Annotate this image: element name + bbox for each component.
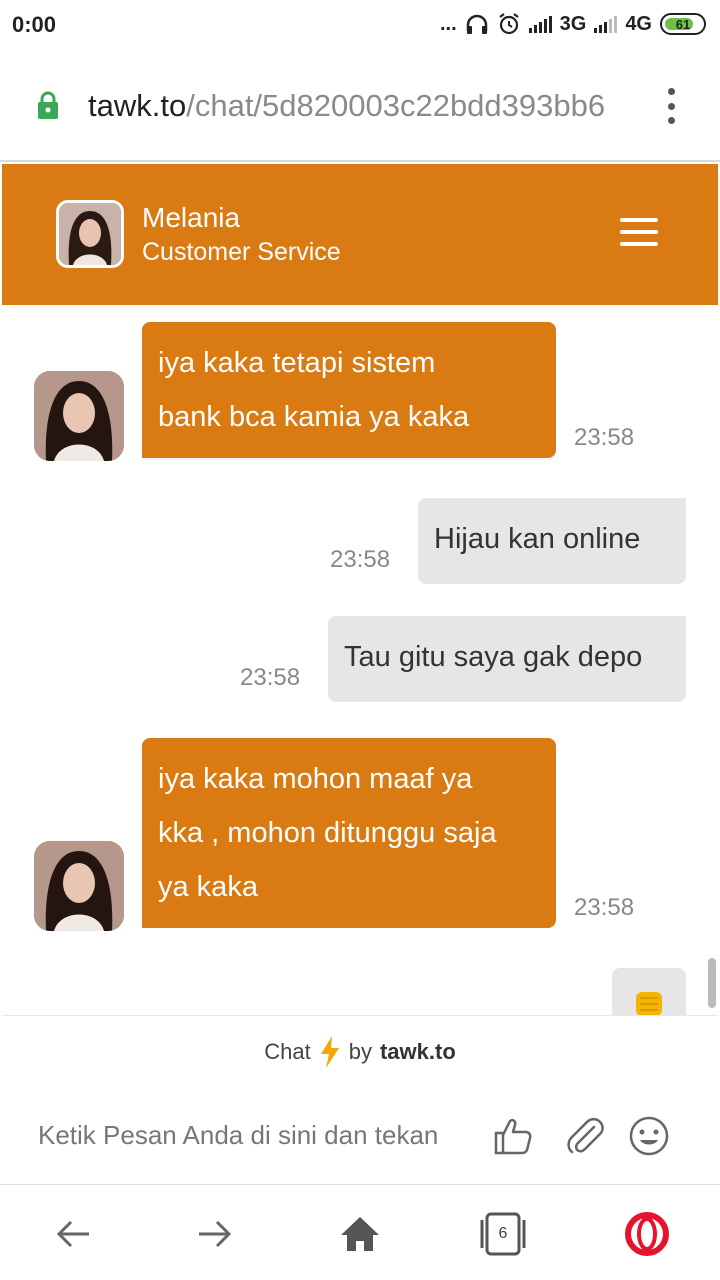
url-path: /chat/5d820003c22bdd393bb6 bbox=[186, 88, 606, 123]
url-text[interactable]: tawk.to/chat/5d820003c22bdd393bb6 bbox=[88, 88, 633, 124]
tabs-button[interactable]: 6 bbox=[480, 1211, 526, 1257]
user-message-bubble: Hijau kan online bbox=[418, 498, 686, 584]
message-time: 23:58 bbox=[574, 894, 635, 921]
home-button[interactable] bbox=[337, 1211, 383, 1257]
home-icon bbox=[341, 1217, 379, 1251]
emoji-smiley-icon[interactable] bbox=[628, 1115, 670, 1157]
thumbs-up-emoji-icon bbox=[636, 992, 662, 1015]
tab-count: 6 bbox=[498, 1225, 508, 1242]
message-line: bank bca kamia ya kaka bbox=[158, 401, 470, 433]
user-message-bubble: Tau gitu saya gak depo bbox=[328, 616, 686, 702]
lightning-icon bbox=[320, 1035, 339, 1068]
agent-role: Customer Service bbox=[142, 238, 341, 266]
more-dots: ... bbox=[439, 12, 457, 35]
message-composer bbox=[2, 1087, 718, 1182]
message-text: Hijau kan online bbox=[434, 523, 641, 555]
alarm-icon bbox=[498, 13, 519, 35]
network-4g: 4G bbox=[625, 12, 652, 35]
lock-icon bbox=[38, 91, 58, 119]
message-time: 23:58 bbox=[240, 664, 301, 691]
message-time: 23:58 bbox=[574, 424, 635, 451]
browser-url-bar[interactable]: tawk.to/chat/5d820003c22bdd393bb6 bbox=[0, 52, 720, 162]
forward-button[interactable] bbox=[192, 1211, 238, 1257]
powered-by: by bbox=[348, 1038, 372, 1064]
status-bar: 0:00 ... 3G 4G 61 bbox=[0, 0, 720, 52]
status-icons: ... 3G 4G 61 bbox=[440, 12, 706, 36]
message-line: kka , mohon ditunggu saja bbox=[158, 817, 497, 849]
signal-icon-2 bbox=[594, 15, 618, 33]
chat-header: Melania Customer Service bbox=[2, 164, 718, 305]
powered-brand: tawk.to bbox=[379, 1038, 456, 1064]
user-message-bubble-partial bbox=[612, 968, 686, 1015]
agent-message-bubble: iya kaka mohon maaf ya kka , mohon ditun… bbox=[142, 738, 556, 928]
arrow-left-icon bbox=[56, 1220, 89, 1248]
hamburger-menu-icon[interactable] bbox=[620, 218, 658, 246]
network-3g: 3G bbox=[559, 12, 587, 35]
agent-message-avatar bbox=[34, 841, 124, 931]
powered-by-footer[interactable]: Chat by tawk.to bbox=[2, 1015, 718, 1087]
opera-menu-button[interactable] bbox=[624, 1211, 670, 1257]
paperclip-icon[interactable] bbox=[564, 1115, 606, 1157]
message-line: ya kaka bbox=[158, 871, 258, 903]
back-button[interactable] bbox=[50, 1211, 96, 1257]
thumbs-up-icon[interactable] bbox=[492, 1115, 534, 1157]
scrollbar[interactable] bbox=[708, 958, 716, 1008]
browser-bottom-nav: 6 bbox=[0, 1184, 720, 1280]
headphones-icon bbox=[466, 14, 487, 34]
message-line: iya kaka mohon maaf ya bbox=[158, 763, 473, 795]
agent-message-avatar bbox=[34, 371, 124, 461]
agent-avatar bbox=[56, 200, 124, 268]
arrow-right-icon bbox=[199, 1220, 232, 1248]
powered-prefix: Chat bbox=[264, 1038, 311, 1064]
browser-menu-button[interactable] bbox=[664, 88, 678, 124]
battery-icon: 61 bbox=[660, 13, 706, 35]
agent-name: Melania bbox=[142, 202, 241, 233]
message-input[interactable] bbox=[38, 1115, 478, 1155]
message-list[interactable]: iya kaka tetapi sistem bank bca kamia ya… bbox=[2, 305, 718, 1015]
agent-message-bubble: iya kaka tetapi sistem bank bca kamia ya… bbox=[142, 322, 556, 458]
message-time: 23:58 bbox=[330, 546, 391, 573]
status-time: 0:00 bbox=[12, 12, 57, 37]
message-line: iya kaka tetapi sistem bbox=[158, 347, 436, 379]
chat-widget: Melania Customer Service iya kaka tetapi… bbox=[2, 164, 718, 1182]
signal-icon bbox=[528, 15, 552, 33]
url-host: tawk.to bbox=[88, 88, 187, 123]
message-text: Tau gitu saya gak depo bbox=[344, 641, 643, 673]
opera-logo-icon bbox=[625, 1212, 669, 1256]
